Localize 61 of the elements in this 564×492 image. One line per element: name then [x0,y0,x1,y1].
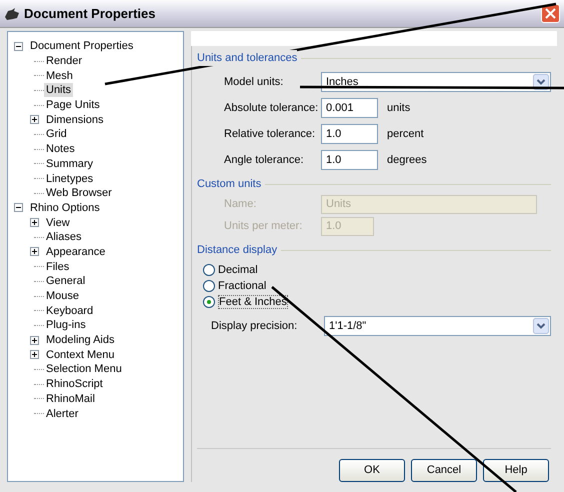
field-label: Units per meter: [224,219,304,234]
radio-label[interactable]: Feet & Inches [218,295,288,309]
collapse-icon[interactable] [14,42,23,51]
tree-item[interactable]: General [44,274,88,288]
tree-item[interactable]: View [44,216,72,230]
field-label: Model units: [224,74,284,90]
unit-label: degrees [387,152,427,168]
window-title: Document Properties [24,4,156,23]
tree-item[interactable]: RhinoScript [44,377,105,392]
unit-label: units [387,100,410,116]
tree-item[interactable]: Dimensions [44,112,106,127]
tree-item[interactable]: Mesh [44,68,75,83]
dialog-button[interactable]: Cancel [411,459,477,482]
input-field[interactable]: 1.0 [321,150,378,170]
precision-dropdown[interactable]: 1'1-1/8" [324,316,551,336]
tree-item[interactable]: Alerter [44,406,80,421]
tree-item[interactable]: Render [44,54,84,68]
field-label: Display precision: [211,318,298,334]
collapse-icon[interactable] [14,203,23,212]
tree-item[interactable]: Rhino Options [28,200,102,215]
unit-label: percent [387,126,424,142]
field-label: Absolute tolerance: [224,100,320,116]
tree-item[interactable]: Context Menu [44,348,116,362]
tree-item[interactable]: Units [44,83,74,98]
tree-item[interactable]: Grid [44,127,69,142]
radio-label[interactable]: Fractional [218,278,266,294]
tree-item[interactable]: Selection Menu [44,362,124,376]
tree-item[interactable]: Linetypes [44,172,96,186]
field-label: Angle tolerance: [224,152,304,168]
radio-button[interactable] [203,264,215,276]
rhino-icon [4,6,20,20]
tree-item[interactable]: Document Properties [28,39,136,54]
field-label: Relative tolerance: [224,126,316,142]
tree-item[interactable]: Notes [44,142,77,156]
radio-button[interactable] [203,280,215,292]
expand-icon[interactable] [30,115,39,124]
dialog-button[interactable]: OK [339,459,405,482]
tree-item[interactable]: Keyboard [44,304,96,318]
tree-item[interactable]: Mouse [44,289,82,304]
close-button[interactable] [541,4,560,23]
tree-item[interactable]: Web Browser [44,186,114,200]
radio-label[interactable]: Decimal [218,262,258,278]
radio-button[interactable] [203,296,215,308]
tree-item[interactable]: Aliases [44,230,84,244]
field-label: Name: [224,197,258,212]
dialog-button[interactable]: Help [483,459,549,482]
tree-item[interactable]: Summary [44,156,96,171]
tree-item[interactable]: Plug-ins [44,318,88,332]
input-field[interactable]: 0.001 [321,98,378,118]
input-field[interactable]: 1.0 [321,124,378,144]
tree-item[interactable]: Appearance [44,244,108,259]
expand-icon[interactable] [30,247,39,256]
expand-icon[interactable] [30,350,39,360]
expand-icon[interactable] [30,218,39,228]
close-icon[interactable] [545,8,556,19]
tree-item[interactable]: Files [44,260,72,274]
expand-icon[interactable] [30,336,39,345]
tree-item[interactable]: Page Units [44,98,102,112]
tree-item[interactable]: RhinoMail [44,392,97,406]
group-title: Units and tolerances [197,50,298,66]
tree-item[interactable]: Modeling Aids [44,333,116,348]
